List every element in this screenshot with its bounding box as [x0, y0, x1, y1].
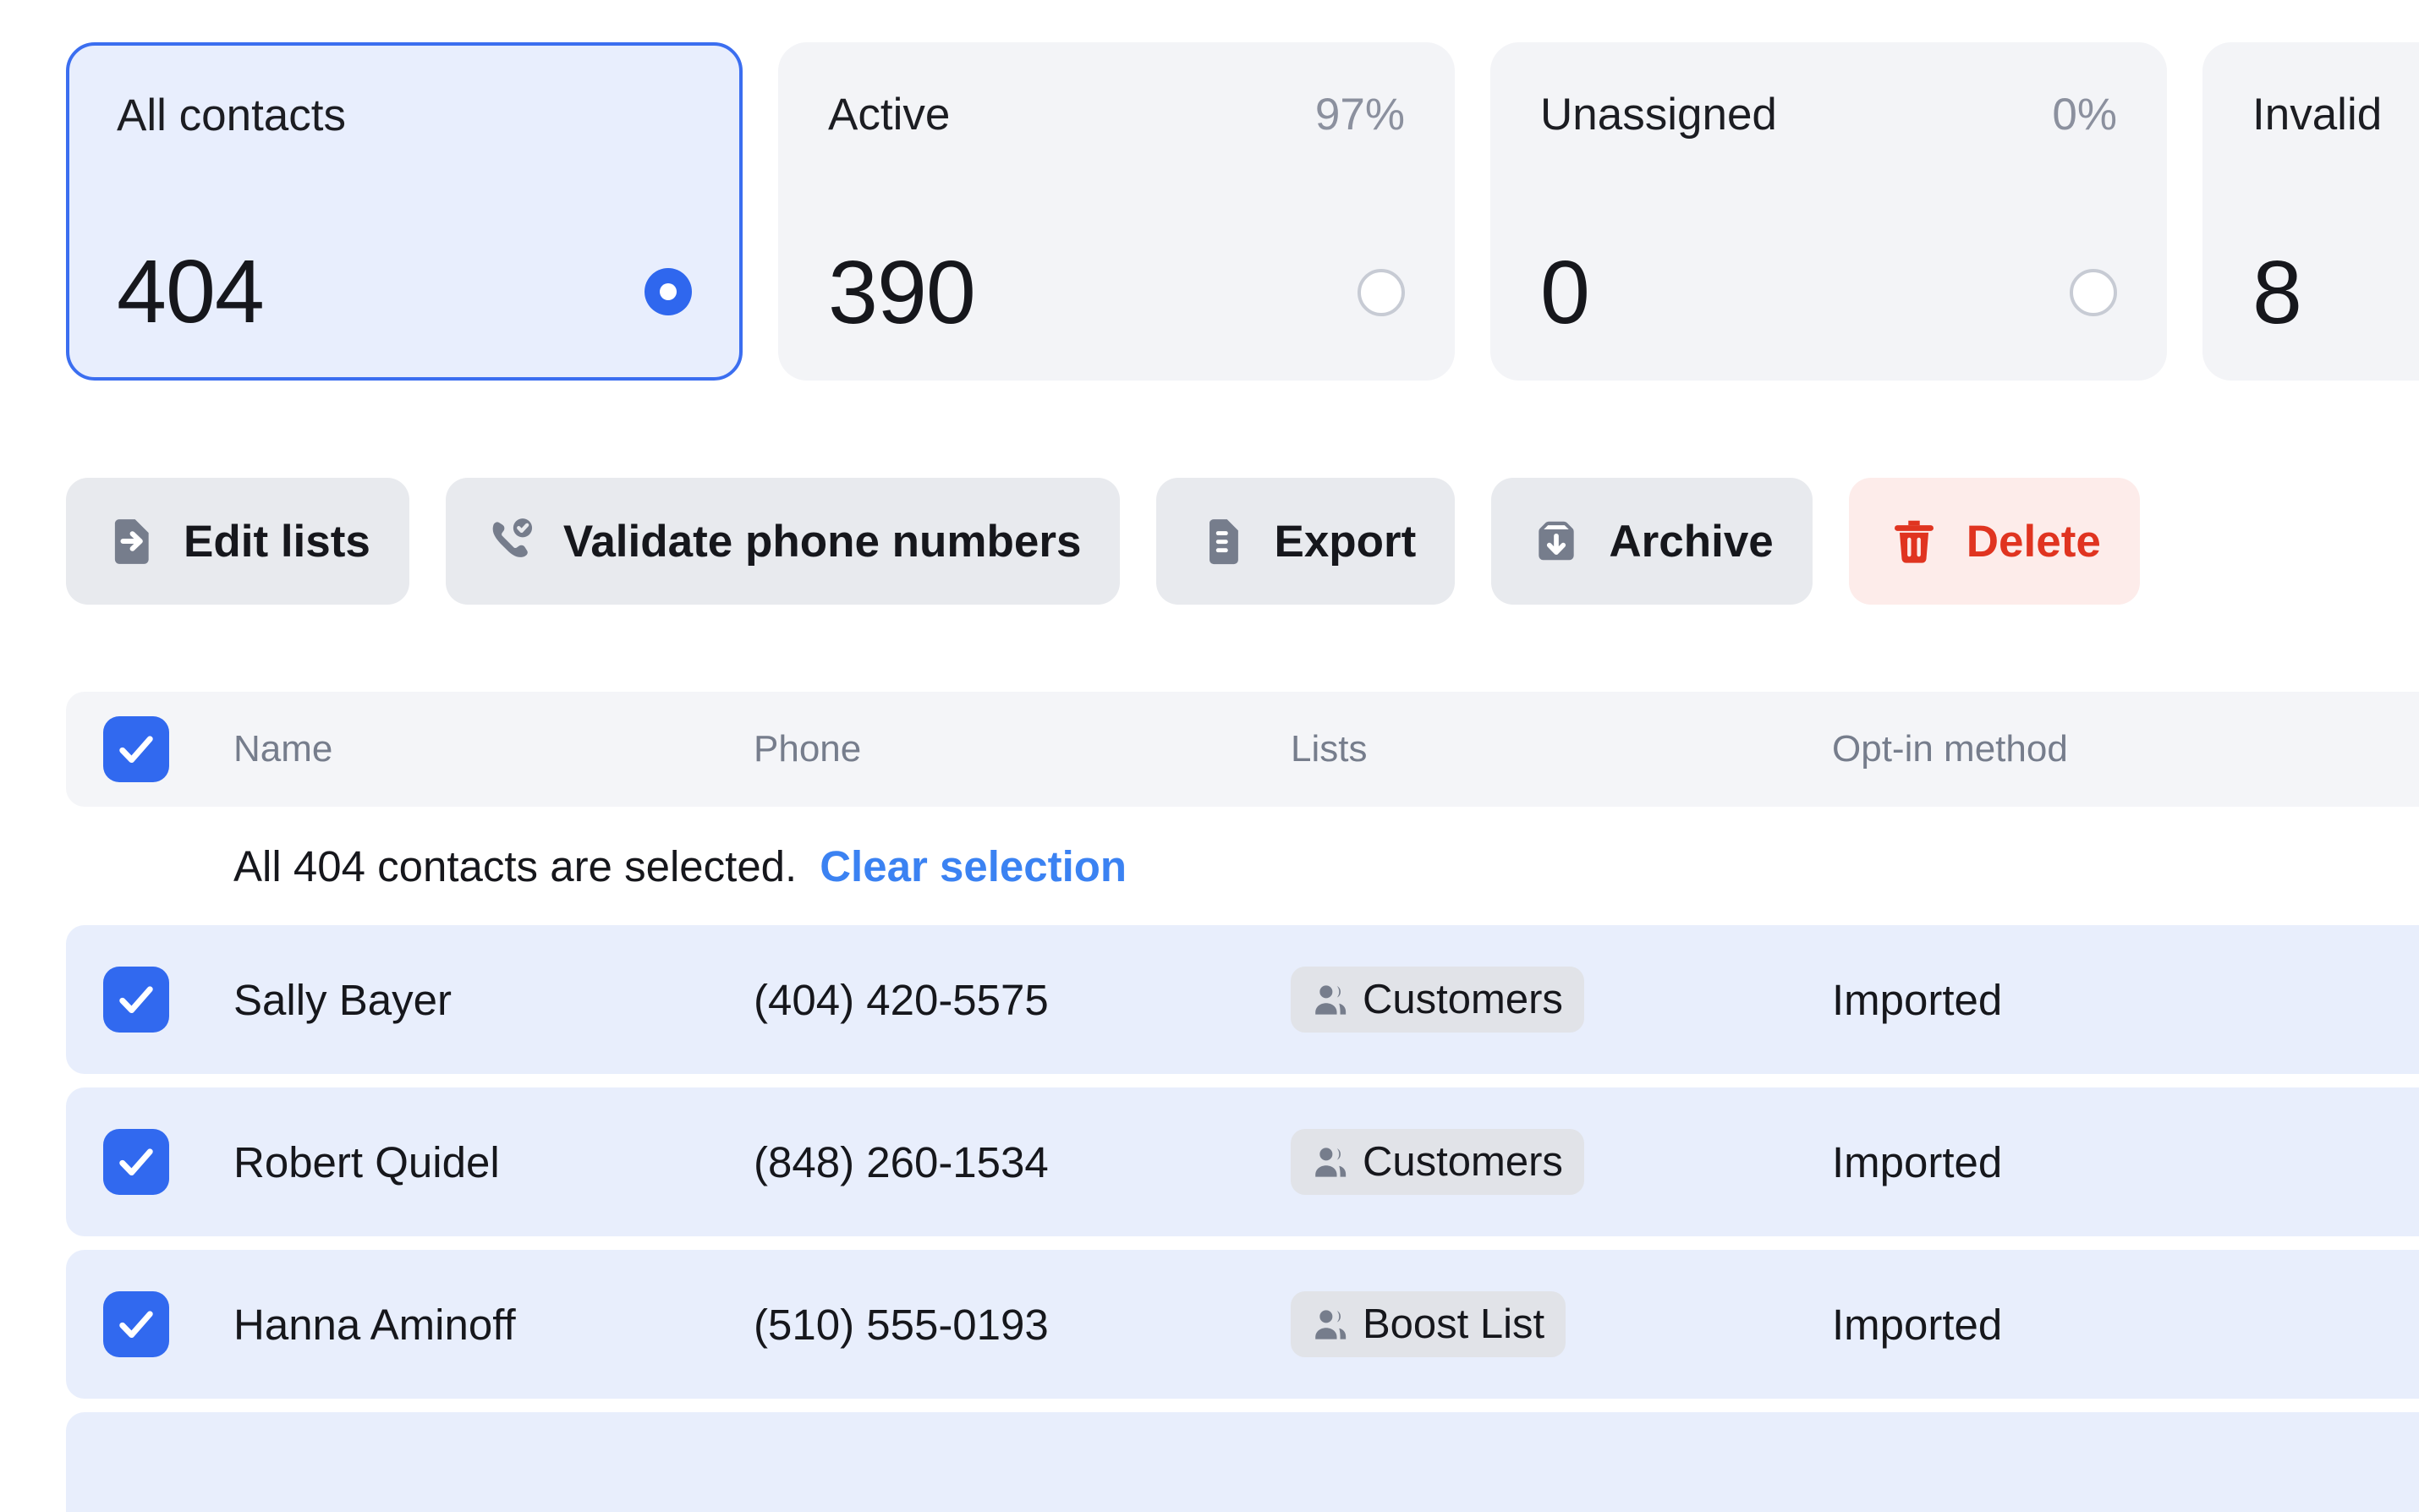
archive-box-down-icon	[1530, 515, 1582, 567]
radio-selected-icon[interactable]	[645, 268, 692, 315]
row-select-cell	[103, 967, 233, 1033]
document-arrow-right-icon	[105, 515, 157, 567]
stat-card-label: Invalid	[2252, 90, 2383, 140]
archive-label: Archive	[1609, 516, 1774, 567]
stat-card-top: All contacts	[117, 93, 692, 138]
cell-lists: Boost List	[1291, 1291, 1832, 1357]
column-header-name[interactable]: Name	[233, 731, 754, 768]
select-all-checkbox[interactable]	[103, 716, 169, 782]
optin-method-value: Imported	[1832, 1137, 2003, 1186]
optin-method-value: Imported	[1832, 1300, 2003, 1349]
check-icon	[119, 986, 153, 1014]
contact-name: Sally Bayer	[233, 975, 452, 1024]
radio-unselected-icon[interactable]	[1358, 269, 1405, 316]
document-export-icon	[1195, 515, 1248, 567]
list-chip[interactable]: Boost List	[1291, 1291, 1566, 1357]
stat-card-top: Active 97%	[828, 92, 1405, 137]
stat-card-invalid[interactable]: Invalid 8	[2202, 42, 2419, 381]
stat-card-value: 404	[117, 242, 265, 342]
stat-card-label: All contacts	[117, 90, 347, 140]
delete-label: Delete	[1966, 516, 2101, 567]
stat-card-unassigned[interactable]: Unassigned 0% 0	[1490, 42, 2167, 381]
export-label: Export	[1274, 516, 1417, 567]
stat-card-percent: 0%	[2052, 90, 2117, 140]
select-all-cell	[103, 716, 233, 782]
phone-check-icon	[485, 515, 537, 567]
contacts-table: Name Phone Lists Opt-in method All 404 c…	[66, 692, 2419, 1512]
cell-phone: (404) 420-5575	[754, 978, 1291, 1022]
stat-card-bottom: 404	[117, 247, 692, 337]
stat-card-active[interactable]: Active 97% 390	[778, 42, 1455, 381]
users-icon	[1312, 1143, 1349, 1181]
stat-card-label: Active	[828, 90, 951, 140]
cell-name: Sally Bayer	[233, 978, 754, 1022]
row-checkbox[interactable]	[103, 1291, 169, 1357]
check-icon	[119, 1311, 153, 1339]
stat-card-top: Invalid	[2252, 92, 2419, 137]
stat-card-bottom: 0	[1540, 248, 2117, 337]
table-row[interactable]: Robert Quidel (848) 260-1534 Customers I…	[66, 1087, 2419, 1236]
row-checkbox[interactable]	[103, 967, 169, 1033]
cell-lists: Customers	[1291, 967, 1832, 1033]
check-icon	[119, 736, 153, 764]
contact-phone: (848) 260-1534	[754, 1137, 1049, 1186]
column-header-lists[interactable]: Lists	[1291, 731, 1832, 768]
stat-card-value: 390	[828, 243, 976, 342]
list-chip-label: Boost List	[1363, 1301, 1545, 1347]
trash-icon	[1888, 515, 1940, 567]
table-row[interactable]: Sally Bayer (404) 420-5575 Customers Imp…	[66, 925, 2419, 1074]
list-chip-label: Customers	[1363, 976, 1563, 1022]
archive-button[interactable]: Archive	[1491, 478, 1813, 605]
selection-banner-text: All 404 contacts are selected.	[233, 841, 798, 890]
selection-banner: All 404 contacts are selected. Clear sel…	[66, 807, 2419, 925]
stat-card-group: All contacts 404 Active 97% 390 Unassign…	[66, 42, 2419, 381]
validate-phone-numbers-button[interactable]: Validate phone numbers	[445, 478, 1121, 605]
stat-card-bottom: 390	[828, 248, 1405, 337]
export-button[interactable]: Export	[1156, 478, 1456, 605]
delete-button[interactable]: Delete	[1848, 478, 2140, 605]
cell-optin-method: Imported	[1832, 978, 2373, 1022]
cell-phone: (848) 260-1534	[754, 1141, 1291, 1184]
list-chip-label: Customers	[1363, 1138, 1563, 1185]
stat-card-value: 0	[1540, 243, 1590, 342]
stat-card-value: 8	[2252, 243, 2302, 342]
clear-selection-link[interactable]: Clear selection	[820, 845, 1127, 888]
row-select-cell	[103, 1291, 233, 1357]
cell-phone: (510) 555-0193	[754, 1303, 1291, 1346]
contact-phone: (510) 555-0193	[754, 1300, 1049, 1349]
cell-name: Hanna Aminoff	[233, 1303, 754, 1346]
row-select-cell	[103, 1129, 233, 1195]
check-icon	[119, 1148, 153, 1176]
table-row[interactable]	[66, 1412, 2419, 1512]
cell-name: Robert Quidel	[233, 1141, 754, 1184]
cell-lists: Customers	[1291, 1129, 1832, 1195]
cell-optin-method: Imported	[1832, 1303, 2373, 1346]
users-icon	[1312, 981, 1349, 1018]
stat-card-top: Unassigned 0%	[1540, 92, 2117, 137]
edit-lists-label: Edit lists	[184, 516, 370, 567]
list-chip[interactable]: Customers	[1291, 1129, 1584, 1195]
column-header-optin-method[interactable]: Opt-in method	[1832, 731, 2373, 768]
radio-unselected-icon[interactable]	[2070, 269, 2117, 316]
stat-card-bottom: 8	[2252, 248, 2419, 337]
list-chip[interactable]: Customers	[1291, 967, 1584, 1033]
stat-card-label: Unassigned	[1540, 90, 1777, 140]
optin-method-value: Imported	[1832, 975, 2003, 1024]
users-icon	[1312, 1306, 1349, 1343]
contacts-page: All contacts 404 Active 97% 390 Unassign…	[0, 0, 2419, 1512]
stat-card-all-contacts[interactable]: All contacts 404	[66, 42, 743, 381]
table-header-row: Name Phone Lists Opt-in method	[66, 692, 2419, 807]
table-row[interactable]: Hanna Aminoff (510) 555-0193 Boost List	[66, 1250, 2419, 1399]
edit-lists-button[interactable]: Edit lists	[66, 478, 409, 605]
stat-card-percent: 97%	[1314, 90, 1405, 140]
column-header-phone[interactable]: Phone	[754, 731, 1291, 768]
cell-optin-method: Imported	[1832, 1141, 2373, 1184]
bulk-actions-toolbar: Edit lists Validate phone numbers Export…	[66, 478, 2140, 605]
contact-phone: (404) 420-5575	[754, 975, 1049, 1024]
validate-phone-numbers-label: Validate phone numbers	[562, 516, 1082, 567]
contact-name: Robert Quidel	[233, 1137, 500, 1186]
row-checkbox[interactable]	[103, 1129, 169, 1195]
contact-name: Hanna Aminoff	[233, 1300, 516, 1349]
